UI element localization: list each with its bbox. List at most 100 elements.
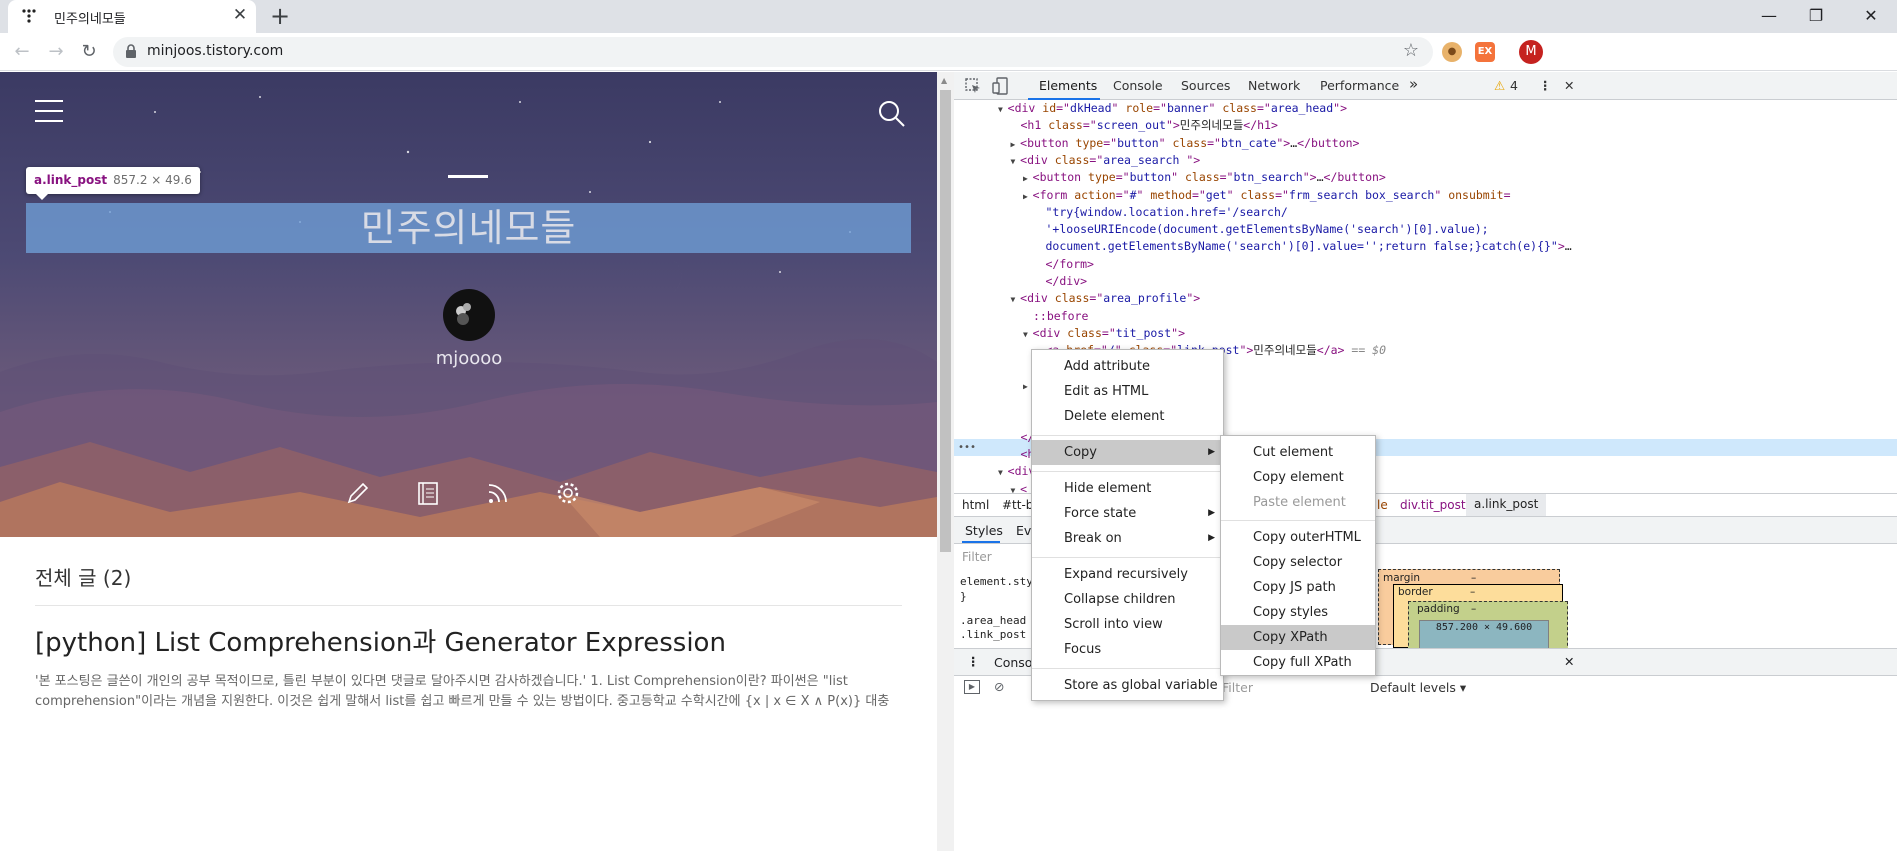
tab-close-icon[interactable]: ✕: [230, 5, 250, 25]
styles-filter-input[interactable]: Filter: [962, 550, 992, 564]
menu-item-store-as-global-variable[interactable]: Store as global variable: [1032, 673, 1223, 698]
menu-item-copy-styles[interactable]: Copy styles: [1221, 600, 1375, 625]
maximize-button[interactable]: ❐: [1800, 4, 1832, 28]
menu-item-copy-selector[interactable]: Copy selector: [1221, 550, 1375, 575]
back-arrow-icon[interactable]: ←: [9, 39, 35, 65]
menu-item-focus[interactable]: Focus: [1032, 637, 1223, 662]
search-icon[interactable]: [878, 100, 906, 128]
dom-line[interactable]: ▼ <div id="dkHead" role="banner" class="…: [998, 100, 1347, 118]
warning-count[interactable]: 4: [1510, 78, 1518, 93]
expand-triangle-icon[interactable]: ▶: [1023, 192, 1033, 201]
menu-item-copy-full-xpath[interactable]: Copy full XPath: [1221, 650, 1375, 675]
collapse-triangle-icon[interactable]: ▼: [1011, 157, 1021, 166]
bookmark-star-icon[interactable]: ☆: [1403, 40, 1419, 61]
menu-item-delete-element[interactable]: Delete element: [1032, 404, 1223, 429]
more-tabs-icon[interactable]: »: [1409, 75, 1418, 93]
forward-arrow-icon[interactable]: →: [43, 39, 69, 65]
menu-item-copy-outerhtml[interactable]: Copy outerHTML: [1221, 525, 1375, 550]
write-pencil-icon[interactable]: [345, 480, 371, 506]
menu-item-copy-xpath[interactable]: Copy XPath: [1221, 625, 1375, 650]
reload-icon[interactable]: ↻: [76, 39, 102, 65]
dom-line[interactable]: ▶ <button type="button" class="btn_cate"…: [1011, 135, 1360, 153]
clear-console-icon[interactable]: ⊘: [994, 679, 1004, 694]
dom-line[interactable]: <h1 class="screen_out">민주의네모들</h1>: [1021, 117, 1278, 134]
menu-item-copy[interactable]: Copy ▶: [1032, 440, 1223, 465]
sidebar-toggle-icon[interactable]: ▶: [964, 680, 980, 694]
inspect-element-icon[interactable]: [964, 77, 982, 95]
menu-item-collapse-children[interactable]: Collapse children: [1032, 587, 1223, 612]
log-levels-dropdown[interactable]: Default levels ▾: [1370, 680, 1466, 695]
scrollbar-thumb[interactable]: [940, 90, 951, 552]
dom-line[interactable]: "try{window.location.href='/search/: [1046, 204, 1288, 221]
expand-triangle-icon[interactable]: ▶: [1011, 140, 1021, 149]
dom-line[interactable]: '+looseURIEncode(document.getElementsByN…: [1046, 221, 1489, 238]
window-close-button[interactable]: ✕: [1855, 4, 1887, 28]
scroll-up-icon[interactable]: ▲: [941, 76, 947, 85]
menu-item-hide-element[interactable]: Hide element: [1032, 476, 1223, 501]
ex-extension-icon[interactable]: EX: [1475, 42, 1495, 62]
minimize-button[interactable]: —: [1753, 4, 1785, 28]
crumb-tit-post[interactable]: div.tit_post: [1400, 498, 1466, 512]
device-toolbar-icon[interactable]: [992, 77, 1010, 95]
drawer-tab-console[interactable]: Conso: [994, 655, 1032, 670]
collapse-triangle-icon[interactable]: ▼: [1011, 486, 1021, 493]
collapse-triangle-icon[interactable]: ▼: [1011, 295, 1021, 304]
menu-item-force-state[interactable]: Force state ▶: [1032, 501, 1223, 526]
rss-feed-icon[interactable]: [485, 480, 511, 506]
dom-line[interactable]: document.getElementsByName('search')[0].…: [1046, 238, 1572, 255]
crumb-html[interactable]: html: [962, 498, 989, 512]
menu-item-edit-as-html[interactable]: Edit as HTML: [1032, 379, 1223, 404]
dom-line[interactable]: ▼ <div: [998, 463, 1035, 481]
tab-sources[interactable]: Sources: [1181, 78, 1230, 93]
dom-line[interactable]: ▼ <div class="area_profile">: [1011, 290, 1201, 308]
menu-item-expand-recursively[interactable]: Expand recursively: [1032, 562, 1223, 587]
address-bar[interactable]: minjoos.tistory.com ☆: [113, 37, 1433, 67]
tab-styles[interactable]: Styles: [965, 523, 1003, 538]
collapse-triangle-icon[interactable]: ▼: [1023, 330, 1033, 339]
menu-item-add-attribute[interactable]: Add attribute: [1032, 354, 1223, 379]
menu-item-copy-element[interactable]: Copy element: [1221, 465, 1375, 490]
console-filter-input[interactable]: Filter: [1222, 680, 1253, 695]
dom-line[interactable]: ::before: [1033, 308, 1088, 325]
row-actions-icon[interactable]: •••: [958, 439, 976, 456]
tab-elements[interactable]: Elements: [1039, 78, 1097, 93]
profile-avatar-image[interactable]: [443, 289, 495, 341]
menu-item-scroll-into-view[interactable]: Scroll into view: [1032, 612, 1223, 637]
dom-line[interactable]: ▼ <div class="area_search ">: [1011, 152, 1201, 170]
tab-event-listeners[interactable]: Ev: [1016, 523, 1031, 538]
post-excerpt[interactable]: '본 포스팅은 글쓴이 개인의 공부 목적이므로, 틀린 부분이 있다면 댓글로…: [35, 672, 905, 708]
page-scrollbar[interactable]: ▲: [937, 72, 954, 851]
profile-avatar[interactable]: M: [1519, 40, 1543, 64]
blog-title-link[interactable]: 민주의네모들: [26, 203, 911, 253]
tab-performance[interactable]: Performance: [1320, 78, 1399, 93]
menu-item-copy-js-path[interactable]: Copy JS path: [1221, 575, 1375, 600]
menu-hamburger-icon[interactable]: [35, 100, 63, 126]
guestbook-icon[interactable]: [415, 480, 441, 506]
dom-line[interactable]: ▼ <div class="tit_post">: [1023, 325, 1185, 343]
crumb-profile[interactable]: le: [1377, 498, 1388, 512]
settings-gear-icon[interactable]: [555, 480, 581, 506]
dom-line[interactable]: </form>: [1046, 256, 1094, 273]
dom-line[interactable]: ▼ <: [1011, 481, 1028, 493]
menu-item-break-on[interactable]: Break on ▶: [1032, 526, 1223, 551]
collapse-triangle-icon[interactable]: ▼: [998, 105, 1008, 114]
expand-triangle-icon[interactable]: ▶: [1023, 174, 1033, 183]
drawer-close-icon[interactable]: ✕: [1564, 654, 1574, 669]
collapse-triangle-icon[interactable]: ▼: [998, 468, 1008, 477]
menu-item-cut-element[interactable]: Cut element: [1221, 440, 1375, 465]
devtools-close-icon[interactable]: ✕: [1564, 78, 1574, 93]
drawer-menu-icon[interactable]: ⋮: [967, 654, 980, 669]
dom-line[interactable]: </div>: [1046, 273, 1088, 290]
devtools-menu-icon[interactable]: ⋮: [1539, 78, 1552, 93]
new-tab-button[interactable]: +: [266, 2, 294, 30]
tab-console[interactable]: Console: [1113, 78, 1163, 93]
dom-line[interactable]: ▶ <form action="#" method="get" class="f…: [1023, 187, 1511, 205]
post-title-link[interactable]: [python] List Comprehension과 Generator E…: [35, 622, 726, 659]
crumb-body[interactable]: #tt-b: [1002, 498, 1033, 512]
warning-icon[interactable]: ⚠: [1494, 78, 1505, 93]
dom-line[interactable]: ▶ <button type="button" class="btn_searc…: [1023, 169, 1386, 187]
tab-network[interactable]: Network: [1248, 78, 1300, 93]
browser-tab[interactable]: 민주의네모들 ✕: [8, 0, 256, 33]
cookie-extension-icon[interactable]: ●: [1442, 42, 1462, 62]
crumb-link-post[interactable]: a.link_post: [1466, 494, 1547, 516]
